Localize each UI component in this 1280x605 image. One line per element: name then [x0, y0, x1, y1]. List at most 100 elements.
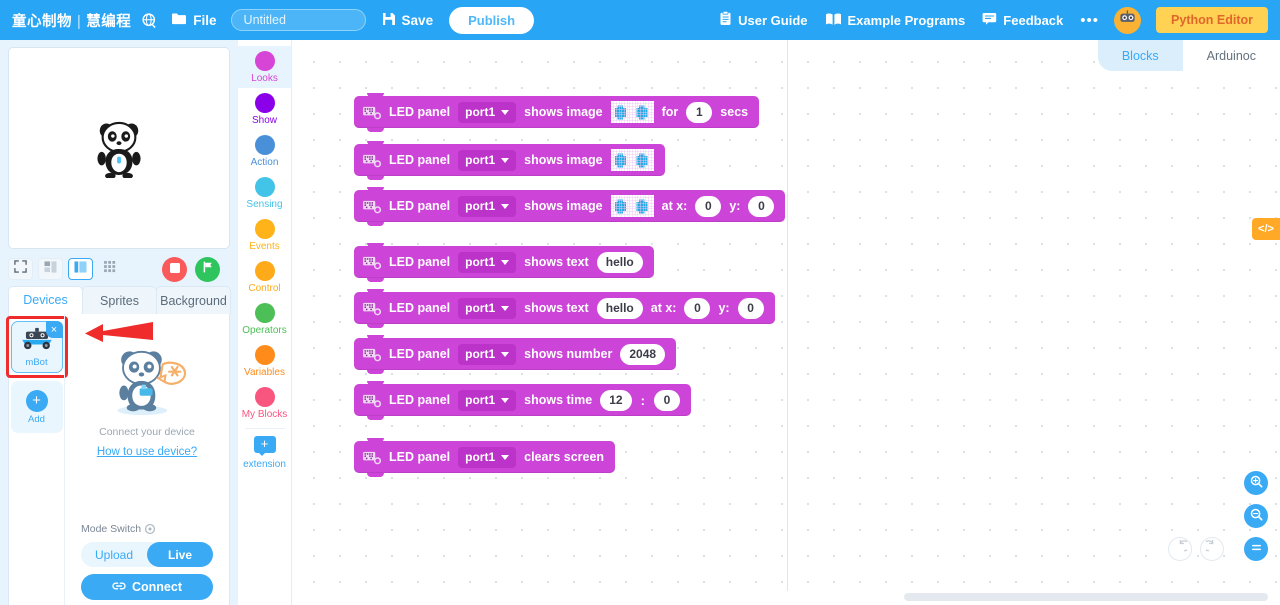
port-dropdown[interactable]: port1 — [458, 446, 517, 468]
block-label-for: for — [661, 105, 679, 119]
question-mark-icon[interactable] — [145, 524, 156, 534]
block-clears-screen[interactable]: LED panel port1 clears screen — [354, 438, 616, 477]
fullscreen-mode-button[interactable] — [8, 258, 33, 280]
undo-button[interactable] — [1168, 537, 1192, 561]
small-stage-mode-button[interactable] — [38, 258, 63, 280]
globe-icon[interactable] — [142, 12, 157, 28]
text-input[interactable]: hello — [596, 251, 643, 273]
publish-button[interactable]: Publish — [449, 6, 535, 34]
category-action[interactable]: Action — [238, 130, 291, 172]
category-events[interactable]: Events — [238, 214, 291, 256]
block-label-at-x: at x: — [650, 301, 677, 315]
add-device-button[interactable]: + Add — [10, 381, 63, 433]
tab-background[interactable]: Background — [156, 286, 231, 314]
feedback-label: Feedback — [1003, 12, 1064, 28]
hour-input[interactable]: 12 — [600, 389, 632, 411]
redo-button[interactable] — [1200, 537, 1224, 561]
block-workspace[interactable]: LED panel port1 shows image for 1 secs L… — [292, 40, 1280, 605]
connect-button[interactable]: Connect — [81, 574, 213, 600]
text-input[interactable]: hello — [596, 297, 643, 319]
category-show[interactable]: Show — [238, 88, 291, 130]
red-arrow-annotation — [83, 320, 155, 351]
tab-devices[interactable]: Devices — [8, 286, 83, 314]
add-extension-button[interactable]: + extension — [238, 431, 291, 474]
block-shows-time[interactable]: LED panel port1 shows time 12 : 0 — [354, 381, 691, 420]
panda-mascot-illustration — [105, 344, 189, 416]
category-looks[interactable]: Looks — [238, 46, 291, 88]
block-shows-text-at-xy[interactable]: LED panel port1 shows text hello at x: 0… — [354, 289, 775, 328]
tab-arduino-c[interactable]: Arduinoc — [1182, 40, 1280, 71]
led-matrix-preview[interactable] — [610, 149, 654, 171]
zoom-out-button[interactable] — [1244, 504, 1268, 528]
tab-sprites[interactable]: Sprites — [82, 286, 157, 314]
example-programs-button[interactable]: Example Programs — [825, 12, 965, 29]
scrollbar-thumb[interactable] — [904, 593, 1268, 601]
code-view-toggle[interactable]: </> — [1252, 218, 1280, 240]
category-sensing[interactable]: Sensing — [238, 172, 291, 214]
left-panel: Devices Sprites Background × mBot + Add … — [0, 40, 238, 605]
x-input[interactable]: 0 — [684, 297, 711, 319]
block-label-y: y: — [718, 301, 730, 315]
category-dot — [254, 93, 275, 113]
devices-panel: × mBot + Add Connect your device How to … — [5, 314, 230, 605]
avatar[interactable] — [1114, 6, 1142, 34]
number-input[interactable]: 2048 — [620, 343, 666, 365]
category-my-blocks[interactable]: My Blocks — [238, 382, 291, 424]
how-to-use-device-link[interactable]: How to use device? — [97, 446, 197, 458]
port-dropdown[interactable]: port1 — [458, 101, 517, 123]
save-button[interactable]: Save — [382, 12, 433, 29]
port-dropdown[interactable]: port1 — [458, 343, 517, 365]
python-editor-button[interactable]: Python Editor — [1156, 7, 1268, 33]
y-input[interactable]: 0 — [737, 297, 764, 319]
zoom-reset-button[interactable] — [1244, 537, 1268, 561]
run-controls — [162, 256, 230, 282]
user-guide-button[interactable]: User Guide — [719, 11, 808, 29]
block-shows-number[interactable]: LED panel port1 shows number 2048 — [354, 335, 677, 374]
category-variables[interactable]: Variables — [238, 340, 291, 382]
block-shows-image-at-xy[interactable]: LED panel port1 shows image at x: 0 y: 0 — [354, 187, 786, 226]
secs-input[interactable]: 1 — [686, 101, 713, 123]
large-stage-mode-button[interactable] — [68, 258, 93, 280]
y-input[interactable]: 0 — [748, 195, 775, 217]
led-panel-icon — [362, 301, 382, 316]
undo-redo-controls — [1168, 537, 1224, 561]
project-name-input[interactable] — [230, 9, 366, 31]
speech-bubble-icon — [982, 12, 997, 28]
led-matrix-preview[interactable] — [610, 101, 654, 123]
horizontal-scrollbar[interactable] — [292, 593, 1272, 601]
category-control[interactable]: Control — [238, 256, 291, 298]
port-dropdown[interactable]: port1 — [458, 149, 517, 171]
grid-mode-button[interactable] — [98, 258, 123, 280]
block-shows-image-for-secs[interactable]: LED panel port1 shows image for 1 secs — [354, 93, 760, 132]
fullscreen-icon — [14, 260, 27, 278]
green-flag-button[interactable] — [195, 256, 220, 282]
minute-input[interactable]: 0 — [653, 389, 680, 411]
category-label: Show — [251, 115, 277, 126]
panel-tabs: Devices Sprites Background — [8, 286, 231, 314]
mode-upload-button[interactable]: Upload — [81, 542, 147, 567]
block-shows-text[interactable]: LED panel port1 shows text hello — [354, 243, 654, 282]
block-label-shows-image: shows image — [524, 153, 603, 167]
port-dropdown[interactable]: port1 — [458, 297, 517, 319]
device-card-mbot[interactable]: × mBot — [5, 316, 68, 378]
block-shows-image[interactable]: LED panel port1 shows image — [354, 141, 665, 180]
x-input[interactable]: 0 — [695, 195, 722, 217]
port-dropdown[interactable]: port1 — [458, 195, 517, 217]
chevron-down-icon — [501, 157, 510, 163]
more-options-button[interactable]: ••• — [1080, 12, 1099, 29]
file-menu-button[interactable]: File — [171, 12, 217, 29]
zoom-in-button[interactable] — [1244, 471, 1268, 495]
port-dropdown[interactable]: port1 — [458, 389, 517, 411]
remove-device-button[interactable]: × — [45, 321, 63, 338]
mode-live-button[interactable]: Live — [147, 542, 213, 567]
tab-blocks[interactable]: Blocks — [1097, 40, 1183, 71]
category-label: My Blocks — [241, 409, 288, 420]
stage-area[interactable] — [8, 47, 230, 249]
category-operators[interactable]: Operators — [238, 298, 291, 340]
green-flag-icon — [202, 260, 214, 278]
port-dropdown[interactable]: port1 — [458, 251, 517, 273]
connect-device-hint: Connect your device — [99, 426, 195, 438]
stop-button[interactable] — [162, 256, 187, 282]
led-matrix-preview[interactable] — [610, 195, 654, 217]
feedback-button[interactable]: Feedback — [982, 12, 1063, 28]
